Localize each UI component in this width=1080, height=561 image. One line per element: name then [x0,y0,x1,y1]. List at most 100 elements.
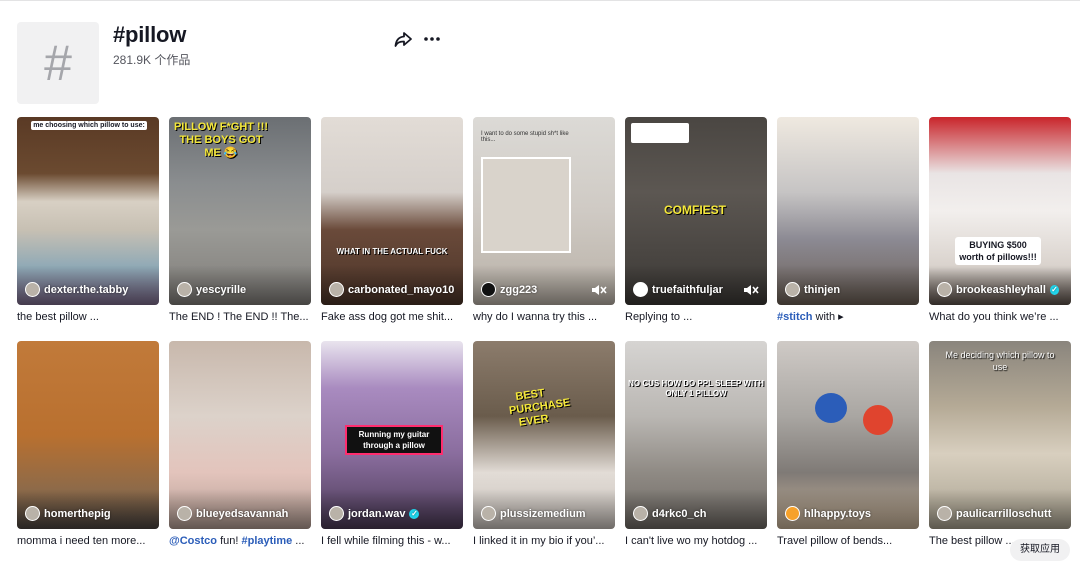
avatar [937,282,952,297]
video-thumbnail[interactable]: thinjen [777,117,919,305]
video-card[interactable]: thinjen #stitch with ▸ [777,117,919,325]
video-thumbnail[interactable]: blueyedsavannah [169,341,311,529]
author-label: jordan.wav ✓ [329,506,420,521]
author-label: hlhappy.toys [785,506,871,521]
author-label: paulicarrilloschutt [937,506,1051,521]
video-caption[interactable]: Replying to ... [625,310,767,325]
avatar [25,506,40,521]
video-card[interactable]: I want to do some stupid sh*t like this.… [473,117,615,325]
video-thumbnail[interactable]: BEST PURCHASE EVER plussizemedium [473,341,615,529]
author-name[interactable]: carbonated_mayo10 [348,284,454,296]
hashtag-link[interactable]: #playtime [241,535,292,547]
page-title: #pillow [113,22,187,47]
avatar [329,282,344,297]
avatar [177,282,192,297]
more-options-icon[interactable] [422,29,442,49]
video-thumbnail[interactable]: NO CUS HOW DO PPL SLEEP WITH ONLY 1 PILL… [625,341,767,529]
video-thumbnail[interactable]: I want to do some stupid sh*t like this.… [473,117,615,305]
video-thumbnail[interactable]: BUYING $500 worth of pillows!!! brookeas… [929,117,1071,305]
video-card[interactable]: Running my guitar through a pillow jorda… [321,341,463,549]
video-card[interactable]: PILLOW F*GHT !!! THE BOYS GOT ME 😂 yescy… [169,117,311,325]
overlay-text: BUYING $500 worth of pillows!!! [955,237,1041,265]
share-icon[interactable] [393,29,413,49]
author-name[interactable]: jordan.wav [348,508,405,520]
avatar [633,282,648,297]
author-label: carbonated_mayo10 [329,282,454,297]
hashtag-avatar: # [17,22,99,104]
author-name[interactable]: zgg223 [500,284,537,296]
mute-icon[interactable] [743,284,759,296]
video-card[interactable]: blueyedsavannah @Costco fun! #playtime .… [169,341,311,549]
avatar [481,506,496,521]
overlay-text: I want to do some stupid sh*t like this.… [481,131,569,143]
reply-bubble [631,123,689,143]
red-pillow [863,405,893,435]
video-card[interactable]: Me deciding which pillow to use paulicar… [929,341,1071,549]
video-caption[interactable]: I linked it in my bio if you’... [473,534,615,549]
author-name[interactable]: hlhappy.toys [804,508,871,520]
author-name[interactable]: truefaithfuljar [652,284,723,296]
video-thumbnail[interactable]: PILLOW F*GHT !!! THE BOYS GOT ME 😂 yescy… [169,117,311,305]
avatar [177,506,192,521]
avatar [937,506,952,521]
video-thumbnail[interactable]: Me deciding which pillow to use paulicar… [929,341,1071,529]
author-name[interactable]: yescyrille [196,284,246,296]
video-caption[interactable]: #stitch with ▸ [777,310,919,325]
video-caption[interactable]: momma i need ten more... [17,534,159,549]
video-card[interactable]: COMFIEST truefaithfuljar Replying to ... [625,117,767,325]
author-label: plussizemedium [481,506,586,521]
video-card[interactable]: BEST PURCHASE EVER plussizemedium I link… [473,341,615,549]
avatar [481,282,496,297]
author-name[interactable]: d4rkc0_ch [652,508,706,520]
video-thumbnail[interactable]: homerthepig [17,341,159,529]
mention-link[interactable]: @Costco [169,535,217,547]
video-count: 281.9K 个作品 [113,53,191,67]
video-card[interactable]: WHAT IN THE ACTUAL FUCK carbonated_mayo1… [321,117,463,325]
video-card[interactable]: hlhappy.toys Travel pillow of bends... [777,341,919,549]
video-caption[interactable]: Travel pillow of bends... [777,534,919,549]
overlay-text: WHAT IN THE ACTUAL FUCK [336,247,448,256]
video-caption[interactable]: I can't live wo my hotdog ... [625,534,767,549]
embedded-video-frame [481,157,571,253]
video-caption[interactable]: why do I wanna try this ... [473,310,615,325]
author-label: yescyrille [177,282,246,297]
author-label: blueyedsavannah [177,506,288,521]
top-divider [0,0,1080,1]
author-name[interactable]: paulicarrilloschutt [956,508,1051,520]
video-thumbnail[interactable]: hlhappy.toys [777,341,919,529]
video-caption[interactable]: The END ! The END !! The... [169,310,311,325]
video-card[interactable]: me choosing which pillow to use: dexter.… [17,117,159,325]
video-card[interactable]: homerthepig momma i need ten more... [17,341,159,549]
avatar [785,506,800,521]
video-caption[interactable]: Fake ass dog got me shit... [321,310,463,325]
video-caption[interactable]: What do you think we’re ... [929,310,1071,325]
video-caption[interactable]: I fell while filming this - w... [321,534,463,549]
avatar [785,282,800,297]
mute-icon[interactable] [591,284,607,296]
video-thumbnail[interactable]: WHAT IN THE ACTUAL FUCK carbonated_mayo1… [321,117,463,305]
overlay-text: BEST PURCHASE EVER [508,387,572,429]
video-caption[interactable]: the best pillow ... [17,310,159,325]
video-card[interactable]: NO CUS HOW DO PPL SLEEP WITH ONLY 1 PILL… [625,341,767,549]
hashtag-link[interactable]: #stitch [777,311,812,323]
video-thumbnail[interactable]: Running my guitar through a pillow jorda… [321,341,463,529]
author-label: brookeashleyhall ✓ [937,282,1059,297]
author-name[interactable]: plussizemedium [500,508,586,520]
author-label: truefaithfuljar [633,282,723,297]
author-name[interactable]: thinjen [804,284,840,296]
caption-text: fun! [217,535,242,547]
author-label: dexter.the.tabby [25,282,128,297]
video-caption[interactable]: @Costco fun! #playtime ... [169,534,311,549]
video-card[interactable]: BUYING $500 worth of pillows!!! brookeas… [929,117,1071,325]
overlay-text: me choosing which pillow to use: [31,121,147,130]
author-name[interactable]: homerthepig [44,508,111,520]
author-name[interactable]: brookeashleyhall [956,284,1046,296]
video-thumbnail[interactable]: COMFIEST truefaithfuljar [625,117,767,305]
author-name[interactable]: blueyedsavannah [196,508,288,520]
author-label: zgg223 [481,282,537,297]
video-thumbnail[interactable]: me choosing which pillow to use: dexter.… [17,117,159,305]
overlay-text: PILLOW F*GHT !!! THE BOYS GOT ME 😂 [173,121,269,159]
avatar [329,506,344,521]
author-name[interactable]: dexter.the.tabby [44,284,128,296]
overlay-text: NO CUS HOW DO PPL SLEEP WITH ONLY 1 PILL… [628,379,764,398]
